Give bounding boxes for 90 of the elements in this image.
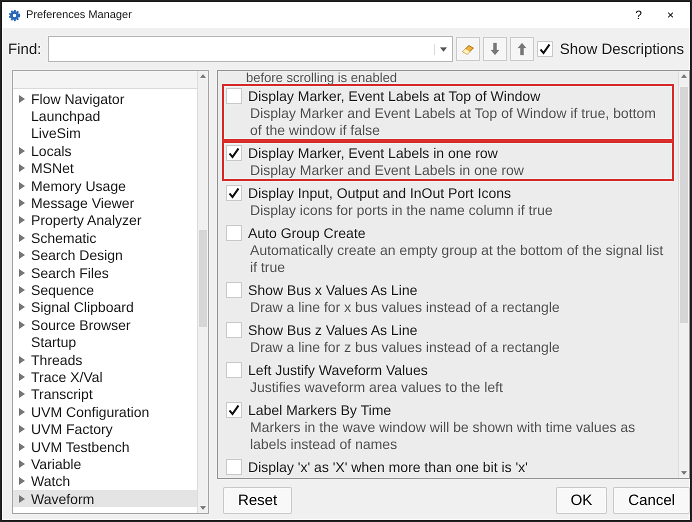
preference-label: Display Input, Output and InOut Port Icons [248, 184, 512, 200]
window-title: Preferences Manager [26, 9, 132, 21]
expand-arrow-icon [19, 494, 25, 503]
scroll-thumb[interactable] [199, 230, 207, 328]
preference-label: Display Marker, Event Labels in one row [248, 144, 498, 160]
tree-item[interactable]: Source Browser [13, 316, 197, 334]
show-descriptions-checkbox[interactable] [536, 41, 553, 57]
expand-arrow-icon [19, 303, 25, 312]
tree-item[interactable]: Transcript [13, 386, 197, 404]
checkbox[interactable] [226, 458, 242, 474]
preference-label: Show Bus x Values As Line [248, 282, 418, 298]
ok-button[interactable]: OK [556, 487, 608, 514]
description-text: Justifies waveform area values to the left [249, 379, 504, 396]
tree-item[interactable]: Message Viewer [13, 194, 197, 212]
tree-item[interactable]: Watch [13, 472, 197, 490]
expand-arrow-icon [19, 460, 25, 468]
dropdown-icon [440, 46, 447, 52]
tree-item[interactable]: Launchpad [13, 107, 197, 125]
preference-label: Display 'x' as 'X' when more than one bit is 'x' [248, 458, 528, 474]
checkbox[interactable] [226, 402, 242, 418]
cancel-button[interactable]: Cancel [613, 487, 690, 514]
scroll-down-icon[interactable] [681, 471, 687, 475]
description-text: Display Marker and Event Labels in one row [249, 162, 525, 179]
description-text: Display Marker and Event Labels at Top of Window if true, bottom of the window if false [249, 105, 657, 139]
checkbox[interactable] [226, 88, 242, 104]
find-field[interactable] [48, 36, 453, 62]
tree-item[interactable]: UVM Factory [13, 420, 197, 438]
expand-arrow-icon [19, 146, 25, 155]
tree-item[interactable]: Sequence [13, 281, 197, 299]
expand-arrow-icon [19, 442, 25, 450]
preference-label: Display Marker, Event Labels at Top of Window [248, 88, 540, 104]
tree-item[interactable]: LiveSim [13, 124, 197, 142]
description-text: Draw a line for x bus values instead of a rectangle [249, 299, 561, 316]
tree-item[interactable]: Property Analyzer [13, 212, 197, 230]
scrollbar[interactable] [197, 71, 208, 513]
expand-arrow-icon [19, 408, 25, 416]
expand-arrow-icon [19, 251, 25, 260]
tree-item[interactable]: Startup [13, 333, 197, 351]
tree-item[interactable]: UVM Testbench [13, 438, 197, 456]
preference-label: Auto Group Create [248, 224, 366, 240]
checkbox[interactable] [226, 362, 242, 378]
expand-arrow-icon [19, 477, 25, 486]
tree-item[interactable]: Waveform [13, 490, 197, 508]
tree-item[interactable]: Search Design [13, 246, 197, 264]
scroll-thumb[interactable] [680, 87, 688, 324]
expand-arrow-icon [19, 94, 25, 103]
checkbox[interactable] [226, 144, 242, 160]
tree-item[interactable]: Threads [13, 350, 197, 368]
up-arrow-button[interactable] [510, 37, 534, 61]
reset-button[interactable]: Reset [223, 487, 292, 514]
preference-label: Label Markers By Time [248, 402, 392, 418]
tree-item[interactable]: Memory Usage [13, 176, 197, 194]
scroll-down-icon[interactable] [200, 506, 206, 510]
preference-label: Left Justify Waveform Values [248, 362, 428, 378]
description-text: Draw a line for z bus values instead of a rectangle [249, 339, 561, 356]
description-text: Display icons for ports in the name column if true [249, 202, 554, 219]
eraser-button[interactable] [456, 37, 480, 61]
checkbox[interactable] [226, 184, 242, 200]
scroll-up-icon[interactable] [200, 74, 206, 78]
tree-item[interactable]: Schematic [13, 229, 197, 247]
tree-item[interactable]: Variable [13, 455, 197, 473]
eraser-icon [460, 42, 475, 56]
tree-item[interactable]: Flow Navigator [13, 90, 197, 108]
checkbox[interactable] [226, 224, 242, 240]
expand-arrow-icon [19, 390, 25, 398]
scrollbar[interactable] [678, 71, 689, 478]
description-text: Automatically create an empty group at the bottom of the signal list if true [249, 242, 664, 276]
tree-item[interactable]: Locals [13, 142, 197, 160]
show-descriptions-label: Show Descriptions [560, 40, 684, 58]
tree-item[interactable]: Trace X/Val [13, 368, 197, 386]
tree-item[interactable]: MSNet [13, 160, 197, 177]
down-arrow-button[interactable] [482, 37, 507, 61]
checkbox[interactable] [226, 282, 242, 298]
close-button[interactable]: × [656, 8, 684, 22]
tree-item[interactable]: UVM Configuration [13, 403, 197, 420]
help-button[interactable]: ? [625, 8, 652, 22]
scroll-up-icon[interactable] [681, 74, 687, 78]
expand-arrow-icon [19, 182, 25, 190]
tree-item[interactable]: Signal Clipboard [13, 298, 197, 316]
find-label: Find: [8, 40, 42, 58]
tree-item[interactable]: Search Files [13, 264, 197, 282]
description-text: before scrolling is enabled [245, 71, 398, 84]
expand-arrow-icon [19, 234, 25, 242]
expand-arrow-icon [19, 320, 25, 329]
expand-arrow-icon [19, 425, 25, 434]
preference-label: Show Bus z Values As Line [248, 322, 418, 338]
checkbox[interactable] [226, 322, 242, 338]
expand-arrow-icon [19, 164, 25, 172]
gear-icon [8, 8, 21, 22]
description-text: Markers in the wave window will be shown with time values as labels instead of names [249, 419, 636, 453]
